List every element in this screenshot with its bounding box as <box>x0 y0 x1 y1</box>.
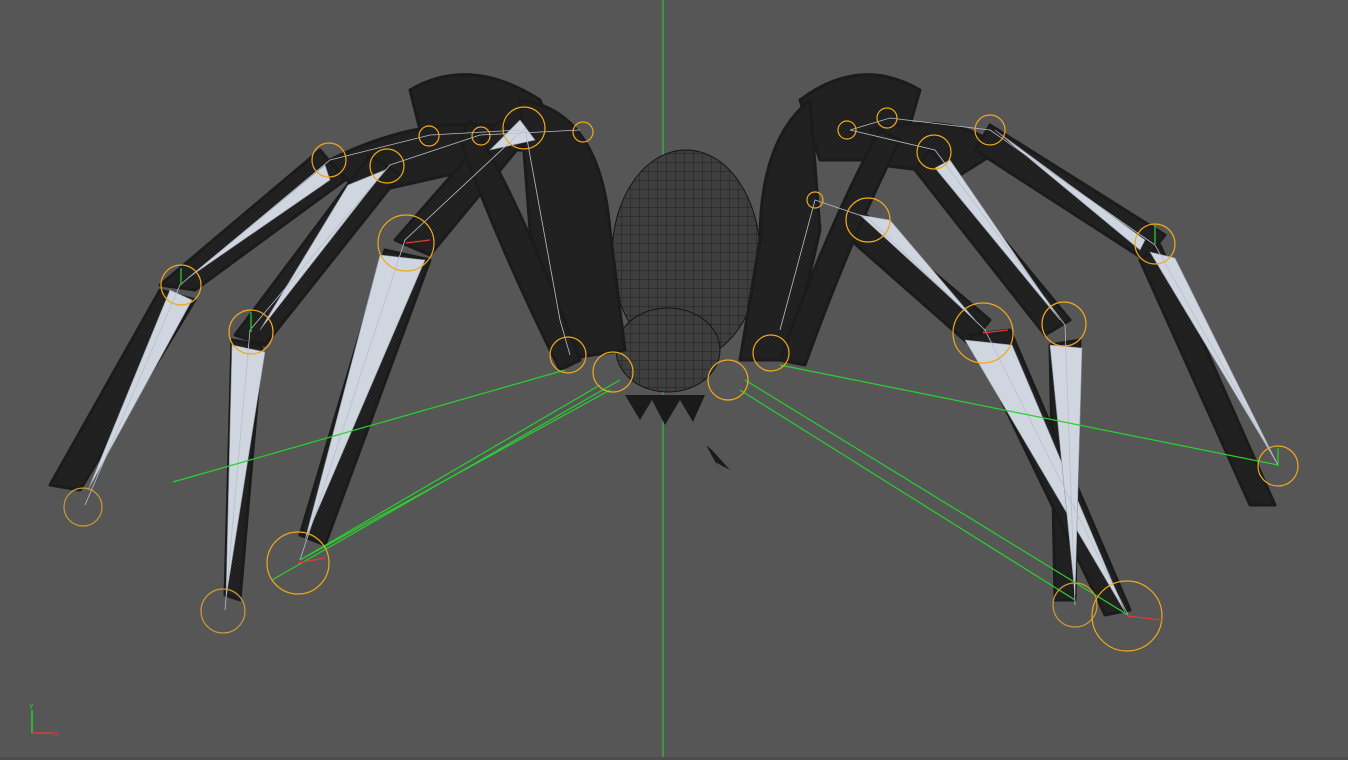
3d-viewport[interactable]: Y X <box>0 0 1348 760</box>
left-leg-meshes[interactable] <box>48 73 627 602</box>
x-axis-label: X <box>54 730 59 738</box>
y-axis-label: Y <box>28 703 34 711</box>
hair-fragment <box>706 445 730 480</box>
spider-rig-icon[interactable] <box>0 0 1348 760</box>
axis-gizmo: Y X <box>28 703 59 738</box>
fangs-mesh[interactable] <box>625 395 705 425</box>
